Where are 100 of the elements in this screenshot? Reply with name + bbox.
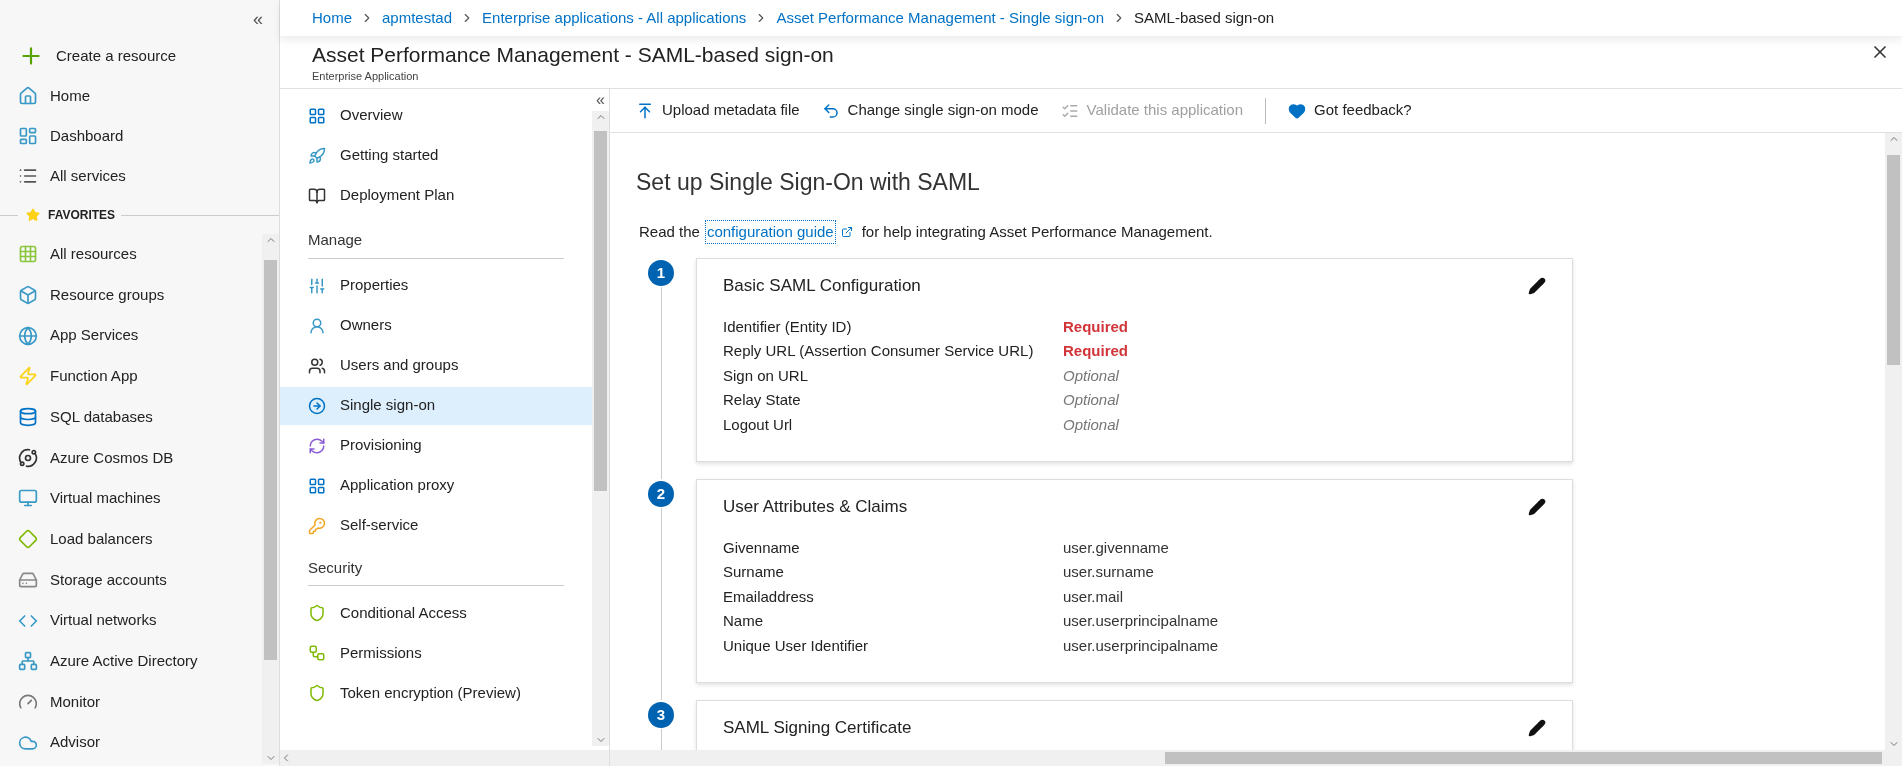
sidebar-item[interactable]: Monitor [0,681,262,723]
menu-item[interactable]: Properties [280,266,592,305]
edit-icon[interactable] [1528,497,1546,516]
collapse-button[interactable]: « [253,6,263,33]
field-value: user.mail [1063,586,1124,607]
field-value: Optional [1063,414,1119,435]
field-label: Surname [723,562,785,582]
sidebar-item[interactable]: Virtual networks [0,600,262,641]
sidebar-item[interactable]: All resources [0,234,262,275]
page-heading: Set up Single Sign-On with SAML [636,168,981,197]
grid-icon [18,244,38,265]
blade-subtitle: Enterprise Application [312,69,420,84]
scroll-thumb[interactable] [264,260,277,660]
field-value: Required [1063,316,1128,337]
edit-icon[interactable] [1528,718,1546,737]
scroll-thumb[interactable] [1887,155,1900,365]
menu-item[interactable]: Owners [280,306,592,345]
field-label: Identifier (Entity ID) [723,316,853,337]
users-icon [308,356,326,375]
menu-item[interactable]: Application proxy [280,466,592,505]
sidebar-item[interactable]: Dashboard [0,116,279,156]
sidebar-item[interactable]: Advisor [0,722,262,763]
scrollbar[interactable] [262,234,279,764]
field-value: user.userprincipalname [1063,635,1219,656]
undo-icon [821,101,840,120]
upload-icon [636,101,654,120]
hierarchy-icon [308,644,326,662]
breadcrumb-link[interactable]: Enterprise applications - All applications [482,6,747,30]
menu-item[interactable]: Single sign-on [280,386,592,425]
field-label: Name [723,611,764,631]
cube-icon [18,285,38,306]
card-title: Basic SAML Configuration [723,275,921,297]
field-label: Sign on URL [723,365,810,386]
sidebar-item[interactable]: Resource groups [0,274,262,316]
field-label: Emailaddress [723,586,815,607]
menu-item[interactable]: Permissions [280,634,592,672]
scrollbar[interactable] [1885,133,1902,750]
book-icon [308,186,326,205]
section-heading: Security [308,556,564,586]
shield-icon [308,684,326,702]
sidebar-item[interactable]: App Services [0,315,262,357]
blade-title: Asset Performance Management - SAML-based sign-on [312,42,834,68]
menu-item[interactable]: Provisioning [280,426,592,465]
menu-item[interactable]: Users and groups [280,346,592,385]
globe-icon [18,325,38,346]
sidebar-item[interactable]: All services [0,156,279,196]
step-number: 3 [648,702,674,728]
database-icon [18,407,38,428]
menu-item[interactable]: Token encryption (Preview) [280,674,592,712]
collapse-button[interactable]: « [596,88,605,112]
card-title: User Attributes & Claims [723,496,908,518]
menu-item[interactable]: Self-service [280,506,592,545]
sidebar-item[interactable]: Azure Active Directory [0,640,262,682]
menu-item[interactable]: Deployment Plan [280,179,592,212]
breadcrumb-link[interactable]: Home [312,6,352,30]
key-icon [308,516,326,535]
scroll-thumb[interactable] [594,131,607,491]
configuration-guide-link[interactable]: configuration guide [704,219,836,244]
scroll-thumb[interactable] [1165,752,1882,764]
horizontal-scrollbar[interactable] [610,750,1902,766]
field-value: user.givenname [1063,537,1169,558]
sync-icon [308,436,326,455]
menu-item[interactable]: Getting started [280,139,592,172]
field-value: user.userprincipalname [1063,611,1219,631]
planet-icon [18,447,38,468]
star-icon [26,208,40,222]
sidebar-item[interactable]: Virtual machines [0,478,262,519]
sidebar-item[interactable]: Function App [0,356,262,397]
horizontal-scrollbar[interactable] [280,750,609,766]
field-value: Optional [1063,365,1119,386]
toolbar-button[interactable]: Upload metadata file [636,99,800,122]
list-icon [18,166,38,186]
field-label: Relay State [723,390,802,410]
breadcrumb-current: SAML-based sign-on [1134,7,1275,28]
person-icon [308,316,326,335]
menu-item[interactable]: Overview [280,99,592,132]
toolbar-button[interactable]: Got feedback? [1288,99,1412,122]
menu-item[interactable]: Conditional Access [280,594,592,632]
sidebar-item[interactable]: Load balancers [0,518,262,560]
card-title: SAML Signing Certificate [723,717,912,739]
rocket-icon [308,146,326,165]
field-label: Givenname [723,537,801,558]
sidebar-item[interactable]: SQL databases [0,396,262,438]
sidebar-item[interactable]: Create a resource [0,36,279,76]
sidebar-item[interactable]: Azure Cosmos DB [0,437,262,479]
scrollbar[interactable] [592,111,609,746]
grid-icon [308,476,326,495]
shield-icon [308,604,326,622]
favorites-heading: FAVORITES [48,207,116,224]
edit-icon[interactable] [1528,276,1546,295]
breadcrumb-link[interactable]: Asset Performance Management - Single sign-on [776,6,1105,30]
field-value: Optional [1063,390,1119,410]
diamond-icon [18,529,38,550]
field-value: user.surname [1063,562,1154,582]
sidebar-item[interactable]: Home [0,76,279,116]
breadcrumb-link[interactable]: apmtestad [382,6,453,30]
grid-icon [308,106,326,125]
sidebar-item[interactable]: Storage accounts [0,559,262,601]
heart-icon [1288,101,1307,120]
toolbar-button[interactable]: Change single sign-on mode [821,99,1039,122]
